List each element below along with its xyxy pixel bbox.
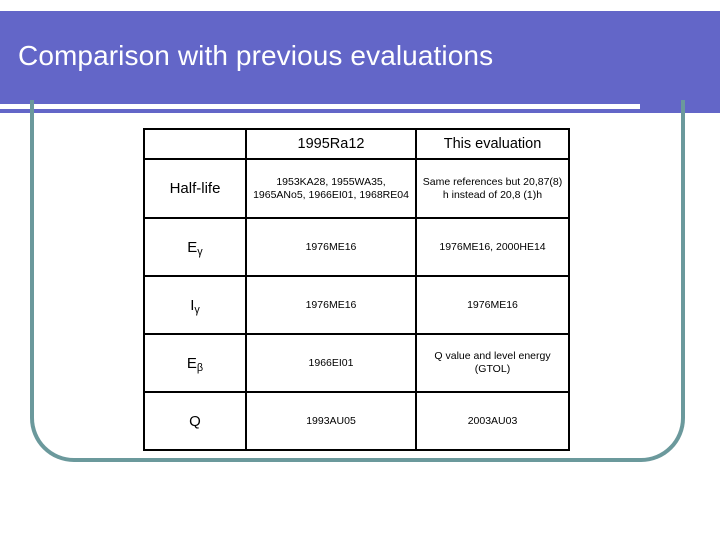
row-label-e-gamma: Eγ <box>143 217 247 277</box>
table-row: Half-life 1953KA28, 1955WA35, 1965ANo5, … <box>143 158 570 219</box>
table-row: Eγ 1976ME16 1976ME16, 2000HE14 <box>143 217 570 277</box>
table-row: Q 1993AU05 2003AU03 <box>143 391 570 451</box>
cell-previous-e-beta: 1966EI01 <box>245 333 417 393</box>
row-label-half-life: Half-life <box>143 158 247 219</box>
cell-previous-half-life: 1953KA28, 1955WA35, 1965ANo5, 1966EI01, … <box>245 158 417 219</box>
row-label-q: Q <box>143 391 247 451</box>
cell-current-e-beta: Q value and level energy (GTOL) <box>415 333 570 393</box>
table-header-previous: 1995Ra12 <box>245 128 417 160</box>
cell-current-i-gamma: 1976ME16 <box>415 275 570 335</box>
cell-previous-i-gamma: 1976ME16 <box>245 275 417 335</box>
row-label-i-gamma-sub: γ <box>194 303 200 316</box>
row-label-i-gamma: Iγ <box>143 275 247 335</box>
comparison-table: 1995Ra12 This evaluation Half-life 1953K… <box>143 128 570 451</box>
row-label-e-beta: Eβ <box>143 333 247 393</box>
cell-current-q: 2003AU03 <box>415 391 570 451</box>
table-row: Eβ 1966EI01 Q value and level energy (GT… <box>143 333 570 393</box>
table-header-blank <box>143 128 247 160</box>
cell-previous-q: 1993AU05 <box>245 391 417 451</box>
row-label-e-gamma-base: E <box>187 238 198 256</box>
row-label-e-beta-base: E <box>186 354 197 372</box>
page-title: Comparison with previous evaluations <box>18 40 494 71</box>
table-header-current: This evaluation <box>415 128 570 160</box>
title-banner: Comparison with previous evaluations <box>0 11 720 113</box>
cell-current-e-gamma: 1976ME16, 2000HE14 <box>415 217 570 277</box>
comparison-table-container: 1995Ra12 This evaluation Half-life 1953K… <box>143 128 570 451</box>
slide-root: Comparison with previous evaluations 199… <box>0 0 720 540</box>
table-row: Iγ 1976ME16 1976ME16 <box>143 275 570 335</box>
cell-current-half-life: Same references but 20,87(8) h instead o… <box>415 158 570 219</box>
cell-previous-e-gamma: 1976ME16 <box>245 217 417 277</box>
row-label-e-gamma-sub: γ <box>197 245 203 258</box>
row-label-e-beta-sub: β <box>196 361 204 374</box>
table-header-row: 1995Ra12 This evaluation <box>143 128 570 160</box>
